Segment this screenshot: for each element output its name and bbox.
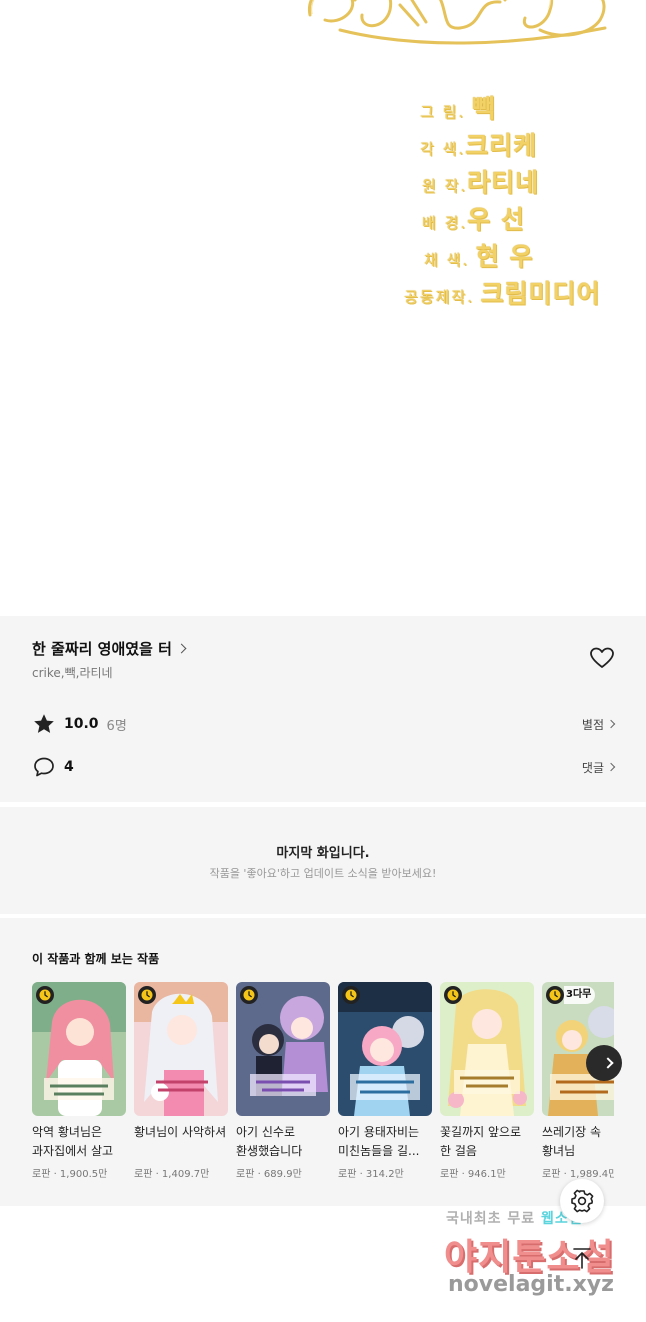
last-episode-notice: 마지막 화입니다. 작품을 '좋아요'하고 업데이트 소식을 받아보세요! [0, 807, 646, 914]
last-episode-subtitle: 작품을 '좋아요'하고 업데이트 소식을 받아보세요! [209, 867, 437, 880]
scroll-to-top-icon[interactable] [568, 1244, 596, 1272]
clock-icon [141, 989, 153, 1001]
comments-link[interactable]: 댓글 [581, 759, 616, 776]
wait-free-badge [546, 986, 564, 1004]
site-watermark: 국내최초 무료 웹소설 야지툰소설 novelagit.xyz [440, 1206, 640, 1306]
recommendation-card[interactable]: 꽃길까지 앞으로 한 걸음 로판 · 946.1만 [440, 982, 534, 1180]
work-title-link[interactable]: 한 줄짜리 영애였을 터 [32, 638, 187, 659]
card-title: 황녀님이 사악하셔 [134, 1125, 227, 1139]
cover-thumbnail [32, 982, 126, 1116]
promo-badge: 3다무 [564, 986, 596, 1004]
work-info-panel: 한 줄짜리 영애였을 터 crike,빽,라티네 10.0 6명 별점 4 댓글 [0, 616, 646, 802]
rate-link-label: 별점 [581, 717, 604, 732]
clock-icon [447, 989, 459, 1001]
card-title: 아기 신수로 환생했습니다 [236, 1125, 303, 1158]
credit-line: 공동제작. 크림미디어 [400, 277, 630, 314]
credit-name: 라티네 [467, 168, 540, 197]
card-title: 아기 용태자비는 미친놈들을 길... [338, 1125, 420, 1158]
credit-role: 배 경. [422, 214, 468, 232]
cover-thumbnail [134, 982, 228, 1116]
comic-last-panel: 그 림. 빽 각 색.크리케 원 작.라티네 배 경.우 선 채 색. 현 우 … [0, 0, 646, 616]
recommendations-section: 이 작품과 함께 보는 작품 악역 황녀님은 과자집에서 살고 로판 · 1,9… [0, 918, 646, 1206]
recommendations-heading: 이 작품과 함께 보는 작품 [32, 952, 160, 966]
wait-free-badge [342, 986, 360, 1004]
credit-role: 각 색. [420, 140, 466, 158]
cover-thumbnail [440, 982, 534, 1116]
wait-free-badge [444, 986, 462, 1004]
credit-line: 각 색.크리케 [400, 129, 630, 166]
recommendation-card[interactable]: 황녀님이 사악하셔 로판 · 1,409.7만 [134, 982, 228, 1180]
star-icon [34, 714, 54, 733]
clock-icon [549, 989, 561, 1001]
viewer-settings-button[interactable] [560, 1179, 604, 1223]
recommendation-card[interactable]: 아기 용태자비는 미친놈들을 길... 로판 · 314.2만 [338, 982, 432, 1180]
work-title: 한 줄짜리 영애였을 터 [32, 640, 172, 658]
card-meta: 로판 · 689.9만 [236, 1169, 302, 1180]
card-meta: 로판 · 314.2만 [338, 1169, 404, 1180]
last-episode-title: 마지막 화입니다. [276, 846, 370, 861]
watermark-line3: novelagit.xyz [448, 1272, 614, 1297]
credit-line: 채 색. 현 우 [400, 240, 630, 277]
card-meta: 로판 · 1,900.5만 [32, 1169, 108, 1180]
chevron-right-icon [602, 1057, 614, 1069]
credit-role: 공동제작. [404, 288, 474, 306]
comment-row: 4 댓글 [32, 755, 616, 779]
recommendation-card[interactable]: 3다무 쓰레기장 속 황녀님 로판 · 1,989.4만 [542, 982, 614, 1180]
carousel-next-button[interactable] [586, 1045, 622, 1081]
card-meta: 로판 · 946.1만 [440, 1169, 506, 1180]
comment-count: 4 [64, 759, 74, 775]
like-heart-icon[interactable] [589, 646, 615, 670]
clock-icon [345, 989, 357, 1001]
card-title: 악역 황녀님은 과자집에서 살고 ... [32, 1125, 114, 1158]
card-meta: 로판 · 1,409.7만 [134, 1169, 210, 1180]
credit-role: 그 림. [420, 103, 466, 121]
comic-logo-art [308, 0, 607, 45]
rating-count: 6명 [106, 718, 127, 734]
card-title: 꽃길까지 앞으로 한 걸음 [440, 1125, 522, 1158]
work-authors: crike,빽,라티네 [32, 666, 113, 680]
card-meta: 로판 · 1,989.4만 [542, 1169, 614, 1180]
recommendation-card[interactable]: 아기 신수로 환생했습니다 로판 · 689.9만 [236, 982, 330, 1180]
credits-block: 그 림. 빽 각 색.크리케 원 작.라티네 배 경.우 선 채 색. 현 우 … [400, 92, 630, 314]
wait-free-badge [240, 986, 258, 1004]
wait-free-badge [138, 986, 156, 1004]
clock-icon [39, 989, 51, 1001]
clock-icon [243, 989, 255, 1001]
card-title: 쓰레기장 속 황녀님 [542, 1125, 602, 1158]
recommendation-card[interactable]: 악역 황녀님은 과자집에서 살고 ... 로판 · 1,900.5만 [32, 982, 126, 1180]
credit-name: 현 우 [475, 242, 534, 271]
credit-role: 채 색. [424, 251, 470, 269]
credit-line: 원 작.라티네 [400, 166, 630, 203]
credit-name: 빽 [471, 94, 496, 123]
gear-icon [571, 1189, 594, 1213]
credit-line: 그 림. 빽 [400, 92, 630, 129]
chevron-right-icon [606, 762, 616, 772]
comment-bubble-icon [34, 757, 54, 777]
cover-thumbnail [338, 982, 432, 1116]
chevron-right-icon [606, 719, 616, 729]
cover-thumbnail [236, 982, 330, 1116]
credit-name: 크리케 [465, 131, 538, 160]
watermark-line1a: 국내최초 무료 [446, 1211, 536, 1227]
credit-role: 원 작. [422, 177, 468, 195]
rating-value: 10.0 [64, 716, 99, 732]
credit-line: 배 경.우 선 [400, 203, 630, 240]
recommendations-carousel: 악역 황녀님은 과자집에서 살고 ... 로판 · 1,900.5만 [32, 982, 614, 1192]
chevron-right-icon [176, 643, 187, 654]
wait-free-badge [36, 986, 54, 1004]
credit-name: 우 선 [467, 205, 525, 234]
comments-link-label: 댓글 [581, 760, 604, 775]
rate-link[interactable]: 별점 [581, 716, 616, 733]
credit-name: 크림미디어 [480, 279, 601, 308]
rating-row: 10.0 6명 별점 [32, 712, 616, 736]
